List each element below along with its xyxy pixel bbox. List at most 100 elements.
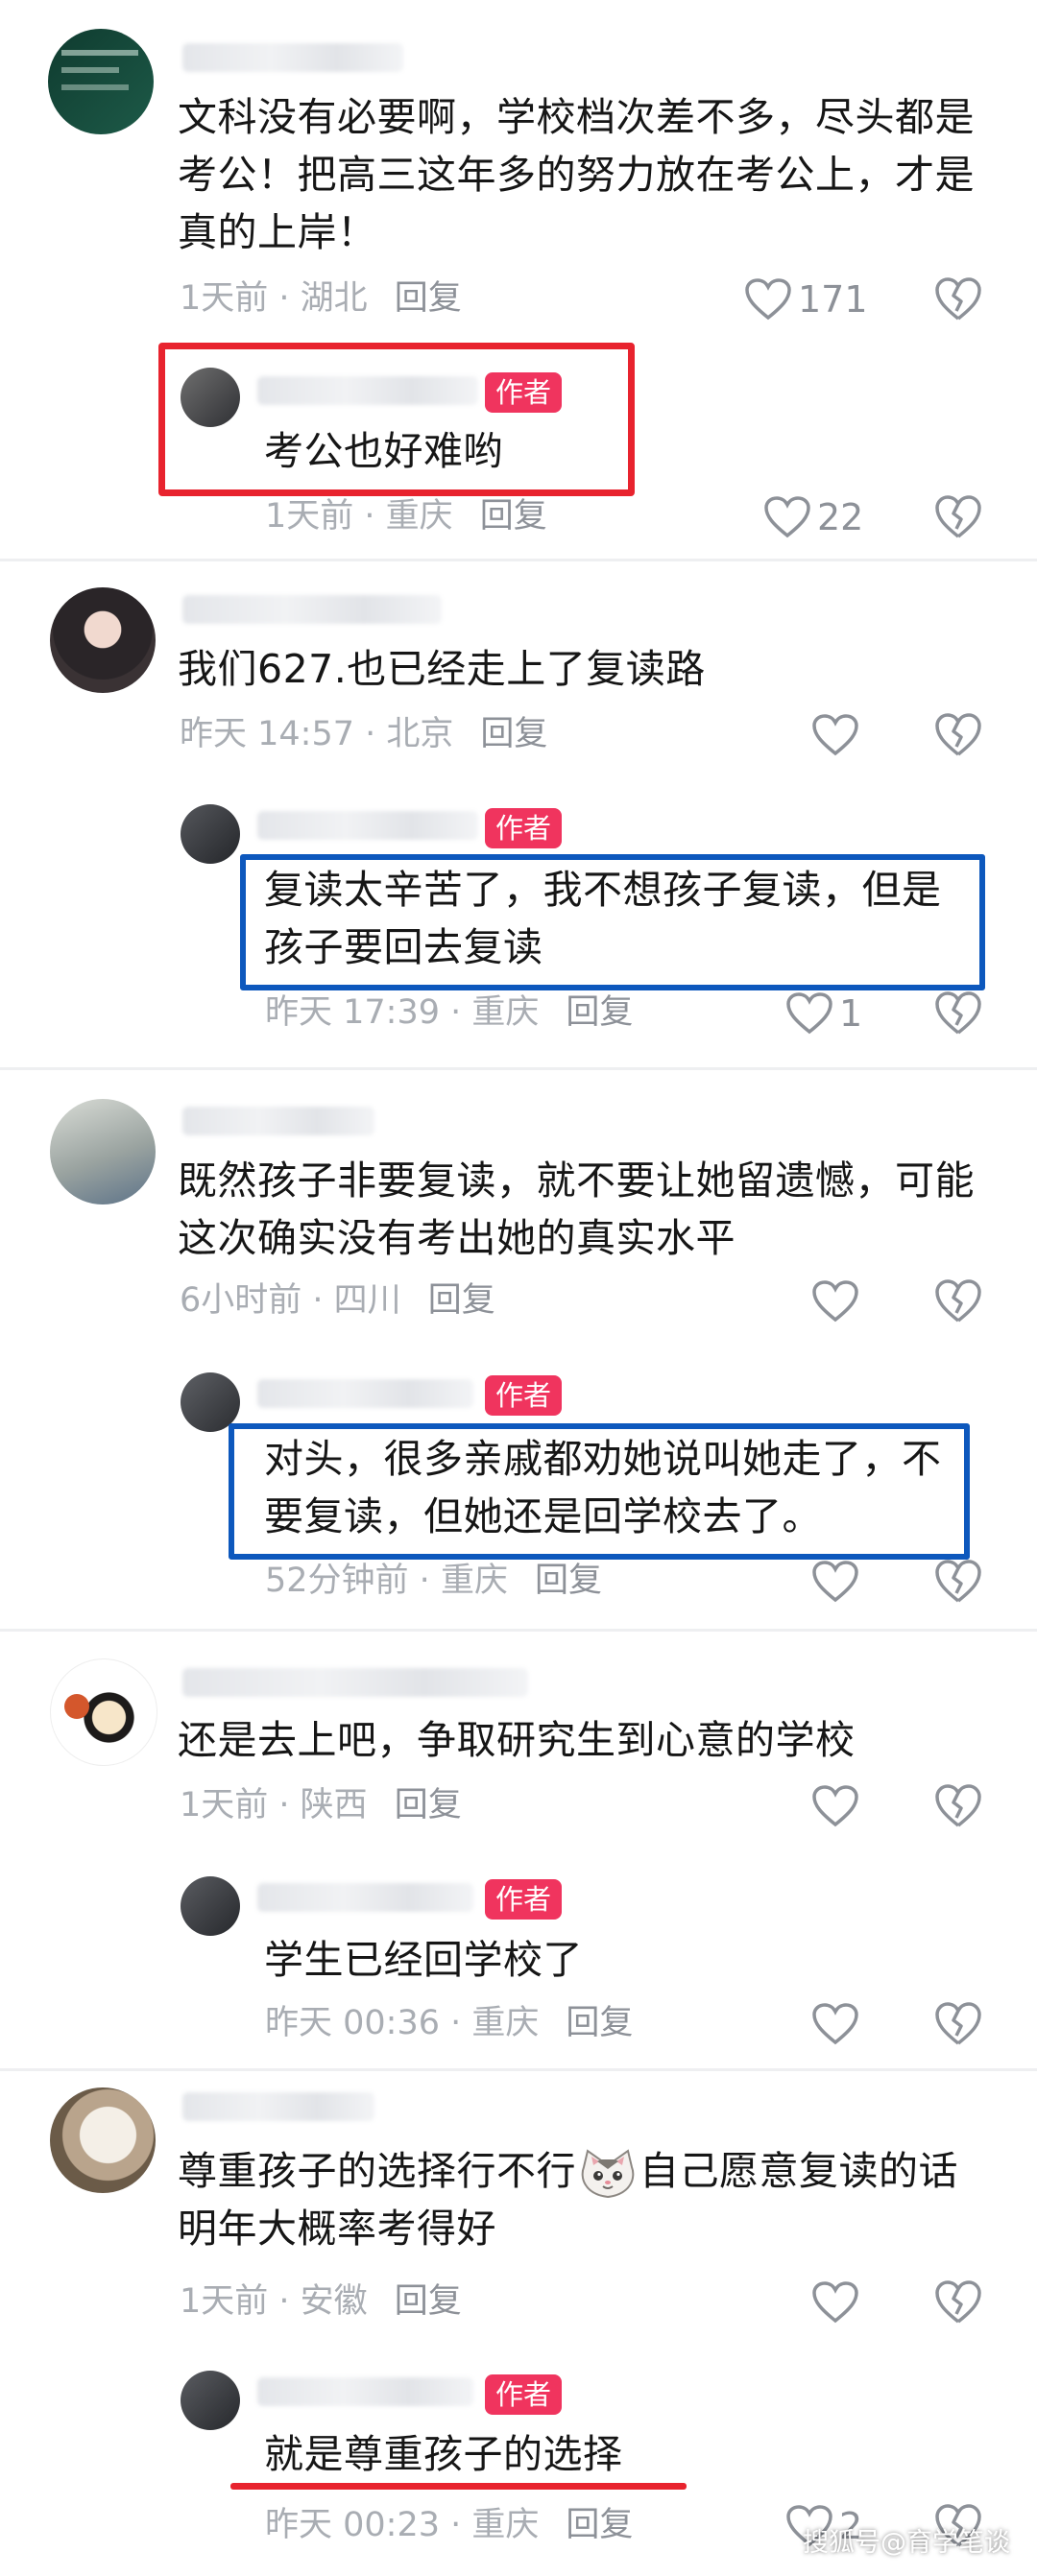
like-button[interactable]: 22 (763, 490, 863, 544)
highlight-underline-red (230, 2483, 687, 2490)
broken-heart-icon[interactable] (933, 1276, 983, 1326)
comment-time: 1天前 (180, 279, 269, 318)
reply-button[interactable]: 回复 (566, 2004, 633, 2042)
avatar[interactable] (181, 804, 240, 864)
reply-location: 重庆 (471, 2506, 540, 2544)
reply-time: 昨天 00:36 (265, 2004, 440, 2042)
reply-button[interactable]: 回复 (566, 2506, 633, 2544)
comment-location: 安徽 (300, 2282, 368, 2321)
like-button[interactable] (811, 1275, 859, 1328)
broken-heart-icon[interactable] (933, 492, 983, 542)
heart-icon (812, 2003, 858, 2045)
username-blurred[interactable] (182, 2092, 374, 2121)
username-blurred[interactable] (182, 1107, 374, 1135)
reply-location: 重庆 (471, 2004, 540, 2042)
like-button[interactable] (811, 2276, 859, 2329)
like-button[interactable]: 171 (744, 273, 868, 326)
reply-time: 昨天 17:39 (265, 993, 440, 1032)
divider (0, 1629, 1037, 1632)
broken-heart-icon[interactable] (933, 989, 983, 1038)
reply-text: 就是尊重孩子的选择 (264, 2431, 623, 2477)
like-button[interactable] (811, 708, 859, 762)
broken-heart-icon[interactable] (933, 274, 983, 324)
broken-heart-icon[interactable] (933, 1781, 983, 1831)
reply-button[interactable]: 回复 (480, 715, 547, 753)
comment-text: 还是去上吧，争取研究生到心意的学校 (178, 1717, 856, 1763)
heart-icon (786, 992, 832, 1035)
heart-icon (812, 714, 858, 756)
author-badge: 作者 (485, 2374, 563, 2415)
comment-location: 湖北 (300, 279, 368, 318)
username-blurred[interactable] (182, 43, 403, 72)
broken-heart-icon[interactable] (933, 2278, 983, 2327)
avatar[interactable] (50, 1099, 156, 1205)
reply-text: 复读太辛苦了，我不想孩子复读，但是孩子要回去复读 (264, 867, 942, 970)
reply-button[interactable]: 回复 (566, 993, 633, 1032)
avatar[interactable] (48, 29, 154, 134)
comment-location: 四川 (333, 1281, 401, 1320)
reply-meta: 昨天 17:39 · 重庆 回复 (265, 993, 634, 1032)
avatar[interactable] (181, 368, 240, 427)
like-button[interactable] (811, 1779, 859, 1833)
comment-text: 既然孩子非要复读，就不要让她留遗憾，可能这次确实没有考出她的真实水平 (178, 1157, 975, 1261)
avatar[interactable] (50, 1658, 157, 1766)
comment-time: 1天前 (180, 2282, 269, 2321)
reply-time: 1天前 (265, 497, 354, 536)
reply-button[interactable]: 回复 (395, 1786, 462, 1825)
avatar[interactable] (181, 2371, 240, 2430)
comment-meta: 1天前 · 安徽 回复 (180, 2282, 462, 2321)
comment-time: 1天前 (180, 1786, 269, 1825)
reply-button[interactable]: 回复 (428, 1281, 495, 1320)
comment-text: 文科没有必要啊，学校档次差不多，尽头都是考公！把高三这年多的努力放在考公上，才是… (178, 94, 975, 255)
like-count: 22 (817, 496, 864, 538)
username-blurred[interactable] (257, 2377, 473, 2406)
like-count: 1 (839, 992, 863, 1035)
cat-face-emoji-icon (581, 2149, 635, 2199)
username-blurred[interactable] (257, 811, 478, 840)
reply-text: 对头，很多亲戚都劝她说叫她走了，不要复读，但她还是回学校去了。 (264, 1436, 942, 1539)
comment-text: 我们627.也已经走上了复读路 (178, 646, 706, 692)
heart-icon (812, 1280, 858, 1323)
author-badge: 作者 (485, 808, 563, 848)
reply-button[interactable]: 回复 (395, 2282, 462, 2321)
divider (0, 559, 1037, 561)
username-blurred[interactable] (257, 1379, 473, 1408)
watermark: 搜狐号@育学笔谈 (803, 2528, 1010, 2558)
comment-meta: 1天前 · 湖北 回复 (180, 279, 462, 318)
like-button[interactable] (811, 1997, 859, 2051)
reply-time: 昨天 00:23 (265, 2506, 440, 2544)
reply-text: 考公也好难哟 (264, 428, 503, 474)
heart-icon (812, 2281, 858, 2324)
author-badge: 作者 (485, 372, 563, 413)
comment-meta: 昨天 14:57 · 北京 回复 (180, 715, 548, 753)
username-blurred[interactable] (257, 1883, 473, 1912)
avatar[interactable] (181, 1876, 240, 1936)
like-button[interactable]: 1 (785, 987, 862, 1040)
avatar[interactable] (50, 587, 156, 693)
reply-meta: 52分钟前 · 重庆 回复 (265, 1562, 602, 1600)
comment-time: 昨天 14:57 (180, 715, 354, 753)
username-blurred[interactable] (257, 376, 478, 405)
reply-location: 重庆 (440, 1562, 508, 1600)
like-button[interactable] (811, 1555, 859, 1609)
comment-location: 陕西 (300, 1786, 368, 1825)
divider (0, 1067, 1037, 1070)
reply-button[interactable]: 回复 (480, 497, 547, 536)
comment-meta: 1天前 · 陕西 回复 (180, 1786, 462, 1825)
author-badge: 作者 (485, 1375, 563, 1416)
broken-heart-icon[interactable] (933, 1999, 983, 2049)
reply-button[interactable]: 回复 (535, 1562, 602, 1600)
heart-icon (764, 496, 810, 538)
reply-button[interactable]: 回复 (395, 279, 462, 318)
comment-location: 北京 (386, 715, 454, 753)
reply-text: 学生已经回学校了 (264, 1937, 583, 1983)
heart-icon (745, 278, 791, 321)
avatar[interactable] (50, 2087, 156, 2193)
username-blurred[interactable] (182, 595, 442, 624)
comment-time: 6小时前 (180, 1281, 302, 1320)
reply-time: 52分钟前 (265, 1562, 409, 1600)
broken-heart-icon[interactable] (933, 1557, 983, 1607)
username-blurred[interactable] (182, 1668, 528, 1697)
broken-heart-icon[interactable] (933, 710, 983, 760)
divider (0, 2068, 1037, 2071)
